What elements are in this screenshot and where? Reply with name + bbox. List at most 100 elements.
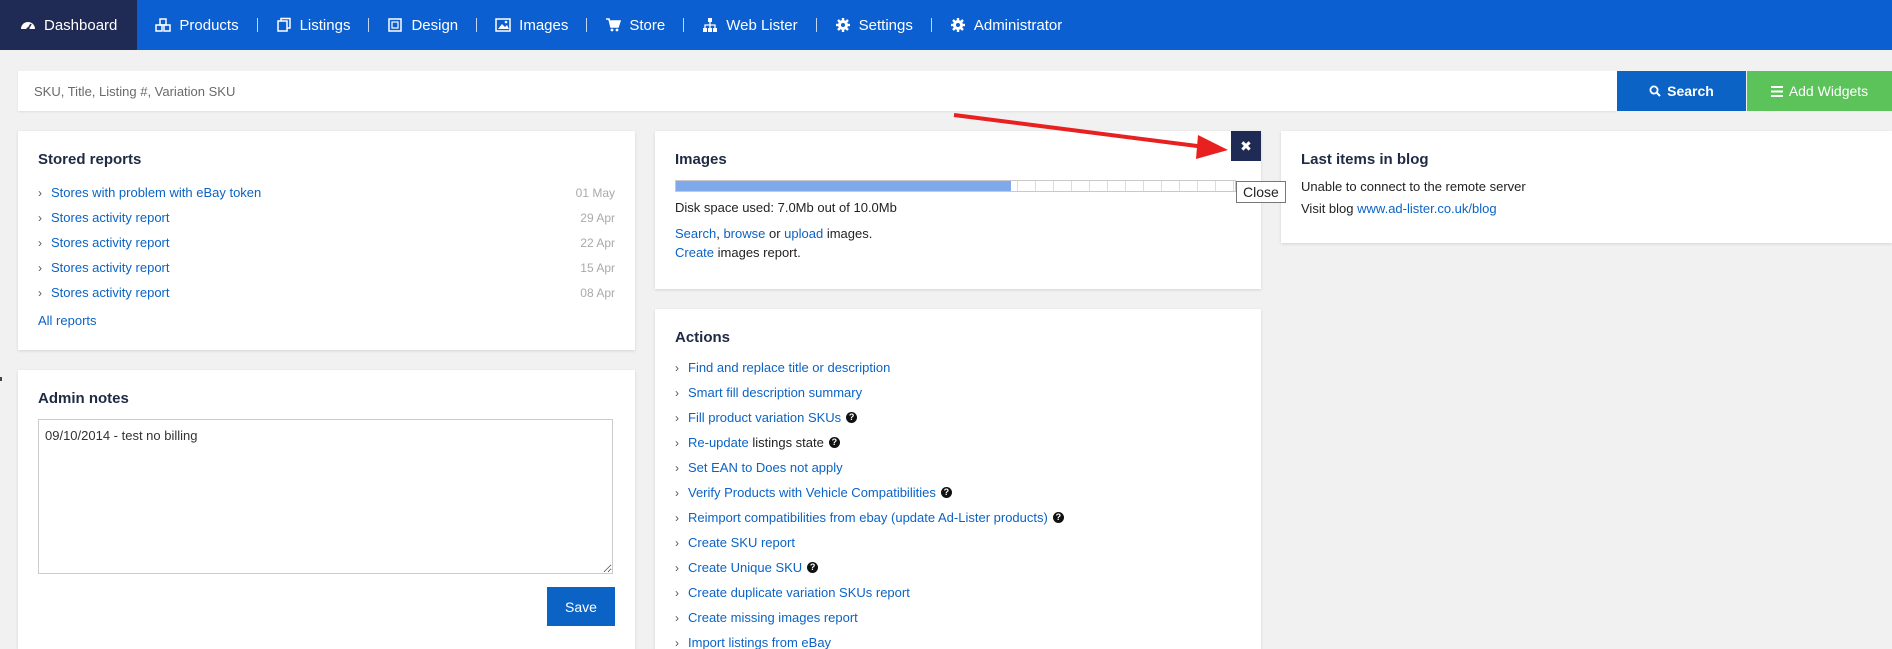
report-date: 29 Apr — [580, 210, 615, 225]
actions-panel: Actions › Find and replace title or descr… — [655, 309, 1261, 649]
nav-products[interactable]: Products — [137, 0, 256, 50]
action-link[interactable]: Create missing images report — [688, 610, 858, 625]
action-item: › Reimport compatibilities from ebay (upd… — [675, 505, 1241, 530]
search-input[interactable] — [18, 71, 1617, 111]
browse-images-link[interactable]: browse — [723, 226, 765, 241]
action-item: › Smart fill description summary — [675, 380, 1241, 405]
nav-images-label: Images — [519, 16, 569, 34]
add-widgets-button[interactable]: Add Widgets — [1747, 71, 1892, 111]
image-icon — [495, 17, 511, 33]
nav-images[interactable]: Images — [477, 0, 586, 50]
action-link[interactable]: Create SKU report — [688, 535, 795, 550]
action-item: › Find and replace title or description — [675, 355, 1241, 380]
nav-products-label: Products — [179, 16, 239, 34]
nav-administrator[interactable]: Administrator — [932, 0, 1080, 50]
stored-reports-panel: Stored reports › Stores with problem wit… — [18, 131, 635, 350]
nav-web-lister[interactable]: Web Lister — [684, 0, 815, 50]
list-item: › Stores with problem with eBay token 01… — [38, 180, 615, 205]
report-link[interactable]: Stores with problem with eBay token — [51, 185, 261, 200]
disk-usage-text: Disk space used: 7.0Mb out of 10.0Mb — [675, 200, 897, 215]
question-circle-icon[interactable]: ? — [846, 412, 858, 423]
action-link[interactable]: Smart fill description summary — [688, 385, 862, 400]
question-circle-icon[interactable]: ? — [1052, 512, 1064, 523]
blog-error-text: Unable to connect to the remote server — [1301, 179, 1526, 194]
add-widgets-label: Add Widgets — [1788, 83, 1869, 99]
action-link[interactable]: Re-update — [688, 435, 749, 450]
report-link[interactable]: Stores activity report — [51, 260, 170, 275]
crop-icon — [387, 17, 403, 33]
report-link[interactable]: Stores activity report — [51, 235, 170, 250]
question-circle-icon[interactable]: ? — [807, 562, 819, 573]
sitemap-icon — [702, 17, 718, 33]
admin-notes-textarea[interactable]: 09/10/2014 - test no billing — [38, 419, 613, 574]
save-button[interactable]: Save — [547, 587, 615, 626]
images-report-text: images report. — [714, 245, 801, 260]
gear-icon — [950, 17, 966, 33]
disk-usage-fill — [676, 181, 1012, 191]
chevron-right-icon: › — [675, 460, 679, 475]
chevron-right-icon: › — [38, 235, 42, 250]
images-text: images. — [823, 226, 873, 241]
search-icon — [1649, 85, 1661, 97]
images-links-line: Search, browse or upload images. — [675, 226, 1241, 241]
nav-store-label: Store — [629, 16, 666, 34]
cubes-icon — [155, 17, 172, 33]
chevron-right-icon: › — [675, 610, 679, 625]
nav-dashboard-label: Dashboard — [44, 16, 118, 34]
panel-title: Last items in blog — [1301, 151, 1429, 168]
all-reports-link[interactable]: All reports — [38, 313, 97, 328]
create-images-report-link[interactable]: Create — [675, 245, 714, 260]
chevron-right-icon: › — [675, 385, 679, 400]
nav-settings[interactable]: Settings — [817, 0, 931, 50]
upload-images-link[interactable]: upload — [784, 226, 823, 241]
list-item: › Stores activity report 15 Apr — [38, 255, 615, 280]
nav-store[interactable]: Store — [587, 0, 683, 50]
panel-title: Stored reports — [38, 151, 142, 168]
chevron-right-icon: › — [675, 360, 679, 375]
report-date: 15 Apr — [580, 260, 615, 275]
nav-dashboard[interactable]: Dashboard — [0, 0, 138, 50]
search-images-link[interactable]: Search — [675, 226, 716, 241]
list-item: › Stores activity report 22 Apr — [38, 230, 615, 255]
cart-icon — [605, 17, 622, 33]
nav-administrator-label: Administrator — [973, 16, 1063, 34]
action-item: › Set EAN to Does not apply — [675, 455, 1241, 480]
nav-design[interactable]: Design — [369, 0, 476, 50]
question-circle-icon[interactable]: ? — [940, 487, 952, 498]
close-icon: ✖ — [1240, 137, 1252, 154]
action-item: › Create Unique SKU? — [675, 555, 1241, 580]
report-link[interactable]: Stores activity report — [51, 210, 170, 225]
action-link[interactable]: Reimport compatibilities from ebay (upda… — [688, 510, 1048, 525]
chevron-right-icon: › — [675, 485, 679, 500]
action-link[interactable]: Find and replace title or description — [688, 360, 890, 375]
actions-list: › Find and replace title or description › S… — [675, 355, 1241, 649]
question-circle-icon[interactable]: ? — [828, 437, 840, 448]
action-item: › Create duplicate variation SKUs report — [675, 580, 1241, 605]
list-item: › Stores activity report 29 Apr — [38, 205, 615, 230]
nav-settings-label: Settings — [858, 16, 913, 34]
chevron-right-icon: › — [38, 260, 42, 275]
action-link[interactable]: Fill product variation SKUs — [688, 410, 841, 425]
action-link[interactable]: Create Unique SKU — [688, 560, 802, 575]
blog-visit-line: Visit blog www.ad-lister.co.uk/blog — [1301, 201, 1872, 216]
action-link[interactable]: Set EAN to Does not apply — [688, 460, 843, 475]
report-link[interactable]: Stores activity report — [51, 285, 170, 300]
nav-listings[interactable]: Listings — [258, 0, 369, 50]
chevron-right-icon: › — [675, 410, 679, 425]
chevron-right-icon: › — [675, 635, 679, 649]
bars-icon — [1770, 85, 1783, 97]
close-tooltip: Close — [1236, 181, 1286, 203]
close-button[interactable]: ✖ — [1231, 131, 1261, 161]
action-link[interactable]: Create duplicate variation SKUs report — [688, 585, 910, 600]
panel-title: Actions — [675, 329, 731, 346]
visit-blog-text: Visit blog — [1301, 201, 1358, 216]
action-link[interactable]: Import listings from eBay — [688, 635, 831, 649]
action-item: › Create SKU report — [675, 530, 1241, 555]
chevron-right-icon: › — [38, 210, 42, 225]
action-link[interactable]: Verify Products with Vehicle Compatibili… — [688, 485, 936, 500]
action-item: › Fill product variation SKUs? — [675, 405, 1241, 430]
chevron-right-icon: › — [38, 285, 42, 300]
search-button[interactable]: Search — [1617, 71, 1746, 111]
blog-link[interactable]: www.ad-lister.co.uk/blog — [1357, 201, 1496, 216]
chevron-right-icon: › — [675, 510, 679, 525]
